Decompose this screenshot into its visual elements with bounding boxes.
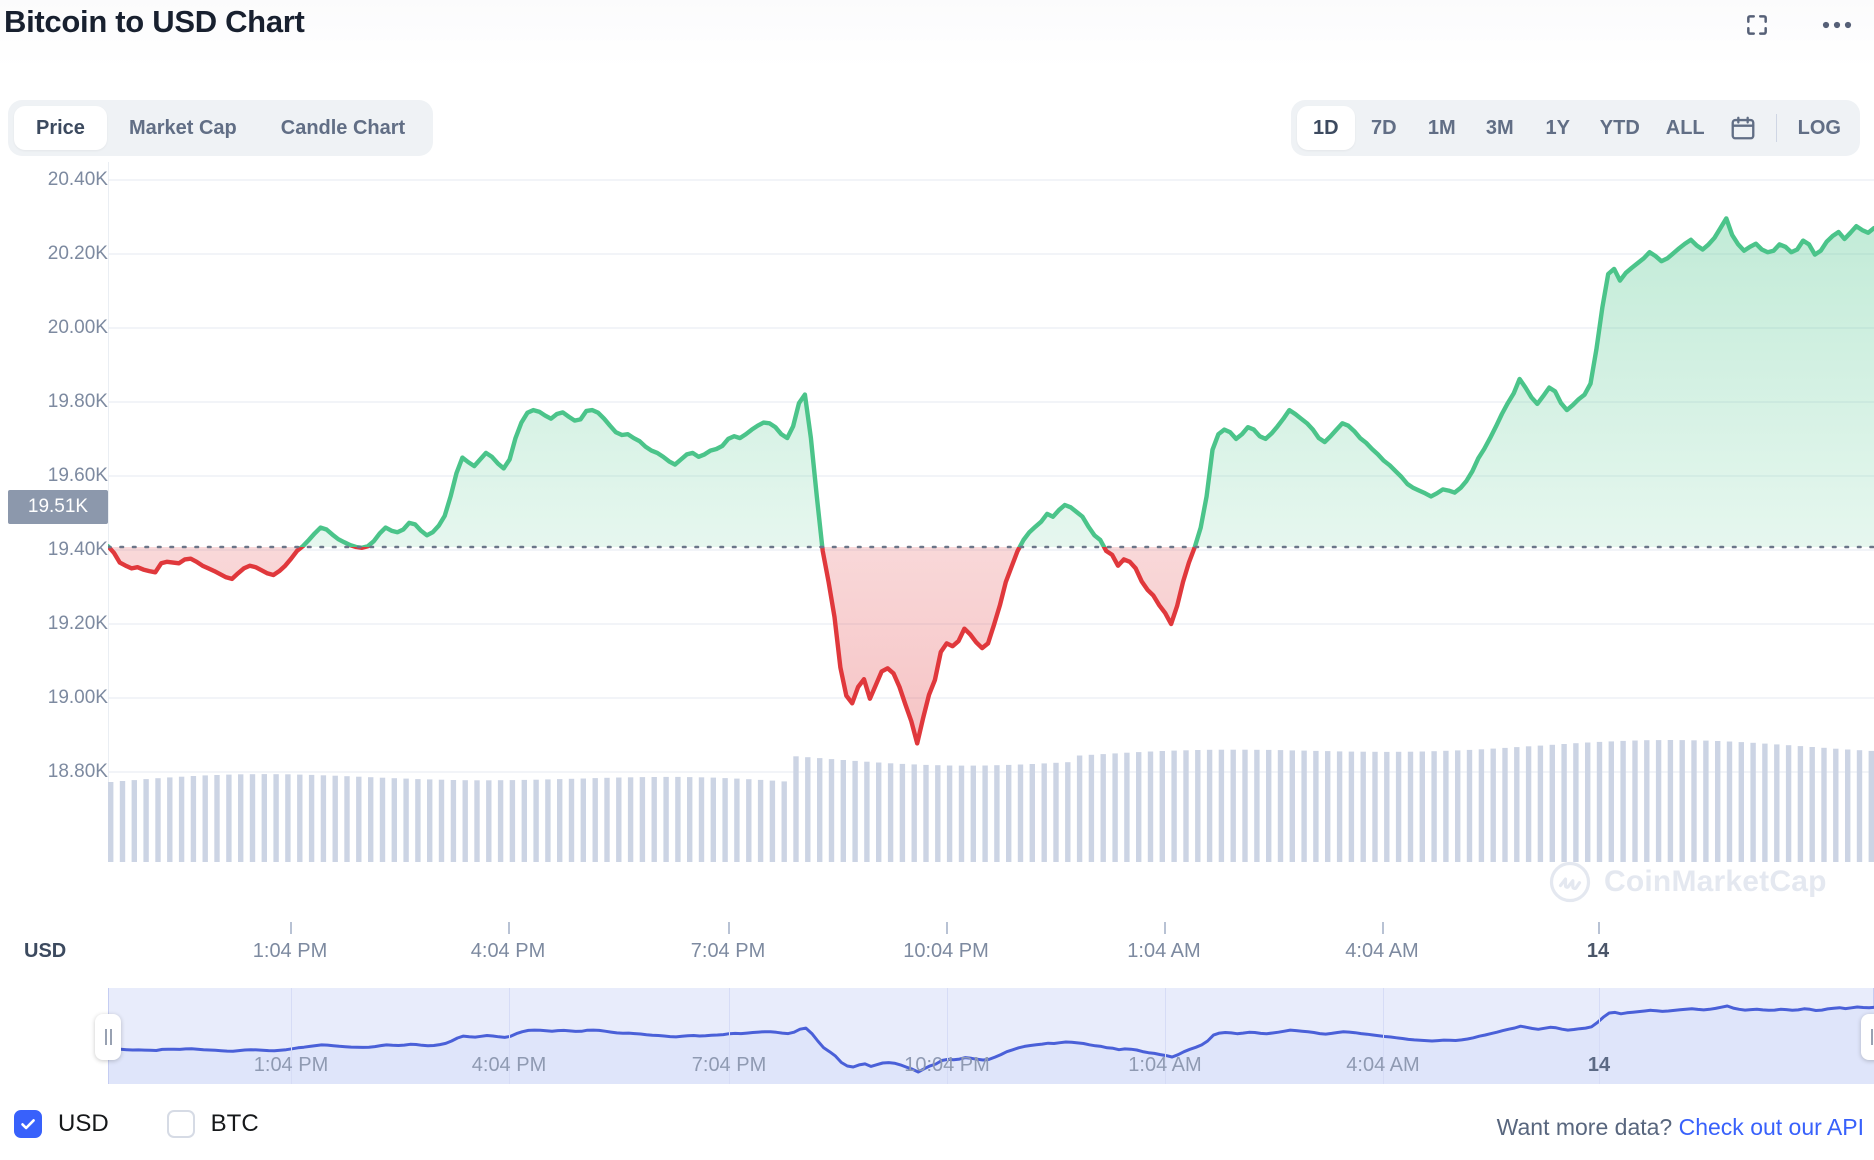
api-link[interactable]: Check out our API <box>1679 1114 1864 1140</box>
range-divider <box>1775 114 1777 142</box>
calendar-icon[interactable] <box>1718 106 1768 150</box>
x-axis-tick-label: 4:04 PM <box>470 940 546 962</box>
check-icon <box>21 1119 35 1130</box>
header-actions <box>1740 8 1854 42</box>
y-axis-label: 20.40K <box>47 169 108 190</box>
price-chart[interactable]: 20.40K 20.20K 20.00K 19.80K 19.60K 19.40… <box>0 162 1874 932</box>
navigator-handle-left[interactable] <box>95 1014 121 1060</box>
tab-price[interactable]: Price <box>14 106 107 150</box>
fullscreen-expand-icon[interactable] <box>1740 8 1774 42</box>
x-axis-tick-label: 4:04 AM <box>1345 940 1419 962</box>
range-1y[interactable]: 1Y <box>1529 106 1587 150</box>
btc-checkbox[interactable] <box>166 1110 195 1138</box>
navigator-tick-label: 4:04 AM <box>1346 1054 1420 1076</box>
navigator-handle-right[interactable] <box>1861 1014 1874 1060</box>
range-navigator[interactable]: 1:04 PM 4:04 PM 7:04 PM 10:04 PM 1:04 AM… <box>95 988 1874 1084</box>
chart-footer: USD BTC Want more data? Check out our AP… <box>0 1110 1874 1160</box>
navigator-tick-label: 1:04 PM <box>253 1054 329 1076</box>
usd-label: USD <box>58 1110 109 1137</box>
volume-bars <box>108 740 1874 862</box>
current-price-badge: 19.51K <box>8 490 108 524</box>
currency-toggle-group: USD BTC <box>14 1110 259 1138</box>
navigator-tick-label: 1:04 AM <box>1128 1054 1202 1076</box>
chart-type-tabs: Price Market Cap Candle Chart <box>8 100 434 156</box>
x-axis-tick-label: 10:04 PM <box>903 940 989 962</box>
y-axis-label: 20.00K <box>47 317 108 338</box>
navigator-tick-label: 7:04 PM <box>691 1054 767 1076</box>
navigator-tick-label: 4:04 PM <box>471 1054 547 1076</box>
grip-line-icon <box>104 1029 107 1045</box>
grip-line-icon <box>1870 1029 1873 1045</box>
log-scale-button[interactable]: LOG <box>1785 106 1854 150</box>
tab-market-cap[interactable]: Market Cap <box>107 106 259 150</box>
range-3m[interactable]: 3M <box>1471 106 1529 150</box>
range-1d[interactable]: 1D <box>1296 106 1355 150</box>
x-axis-tick-label: 1:04 PM <box>252 940 328 962</box>
y-axis-label: 20.20K <box>47 243 108 264</box>
currency-toggle-usd[interactable]: USD <box>14 1110 109 1138</box>
x-axis-date-label: 14 <box>1586 940 1610 962</box>
x-axis: USD 1:04 PM 4:04 PM 7:04 PM 10:04 PM 1:0… <box>0 922 1874 980</box>
navigator-date-label: 14 <box>1587 1054 1611 1076</box>
range-1m[interactable]: 1M <box>1413 106 1471 150</box>
page-title: Bitcoin to USD Chart <box>4 4 305 39</box>
price-plot-area[interactable] <box>108 162 1874 932</box>
navigator-tick-label: 10:04 PM <box>904 1054 990 1076</box>
x-axis-tick-label: 1:04 AM <box>1127 940 1201 962</box>
x-axis-currency-label: USD <box>24 940 67 962</box>
tab-candle-chart[interactable]: Candle Chart <box>259 106 427 150</box>
y-axis-label: 18.80K <box>47 761 108 782</box>
time-range-selector: 1D 7D 1M 3M 1Y YTD ALL LOG <box>1290 100 1860 156</box>
price-line-svg <box>108 162 1874 862</box>
api-promo: Want more data? Check out our API <box>1497 1114 1864 1141</box>
btc-label: BTC <box>210 1110 259 1137</box>
grip-line-icon <box>109 1029 112 1045</box>
currency-toggle-btc[interactable]: BTC <box>166 1110 259 1138</box>
x-axis-tick-label: 7:04 PM <box>690 940 766 962</box>
y-axis-label: 19.80K <box>47 391 108 412</box>
api-promo-text: Want more data? <box>1496 1114 1673 1140</box>
usd-checkbox[interactable] <box>14 1110 42 1138</box>
range-ytd[interactable]: YTD <box>1587 106 1653 150</box>
y-axis-label: 19.20K <box>47 613 108 634</box>
chart-header: Bitcoin to USD Chart <box>0 0 1874 68</box>
y-axis-label: 19.60K <box>47 465 108 486</box>
more-options-icon[interactable] <box>1820 8 1854 42</box>
range-7d[interactable]: 7D <box>1355 106 1413 150</box>
y-axis-label: 19.40K <box>47 539 108 560</box>
y-axis-label: 19.00K <box>47 687 108 708</box>
range-all[interactable]: ALL <box>1653 106 1718 150</box>
price-area-up <box>108 218 1874 547</box>
